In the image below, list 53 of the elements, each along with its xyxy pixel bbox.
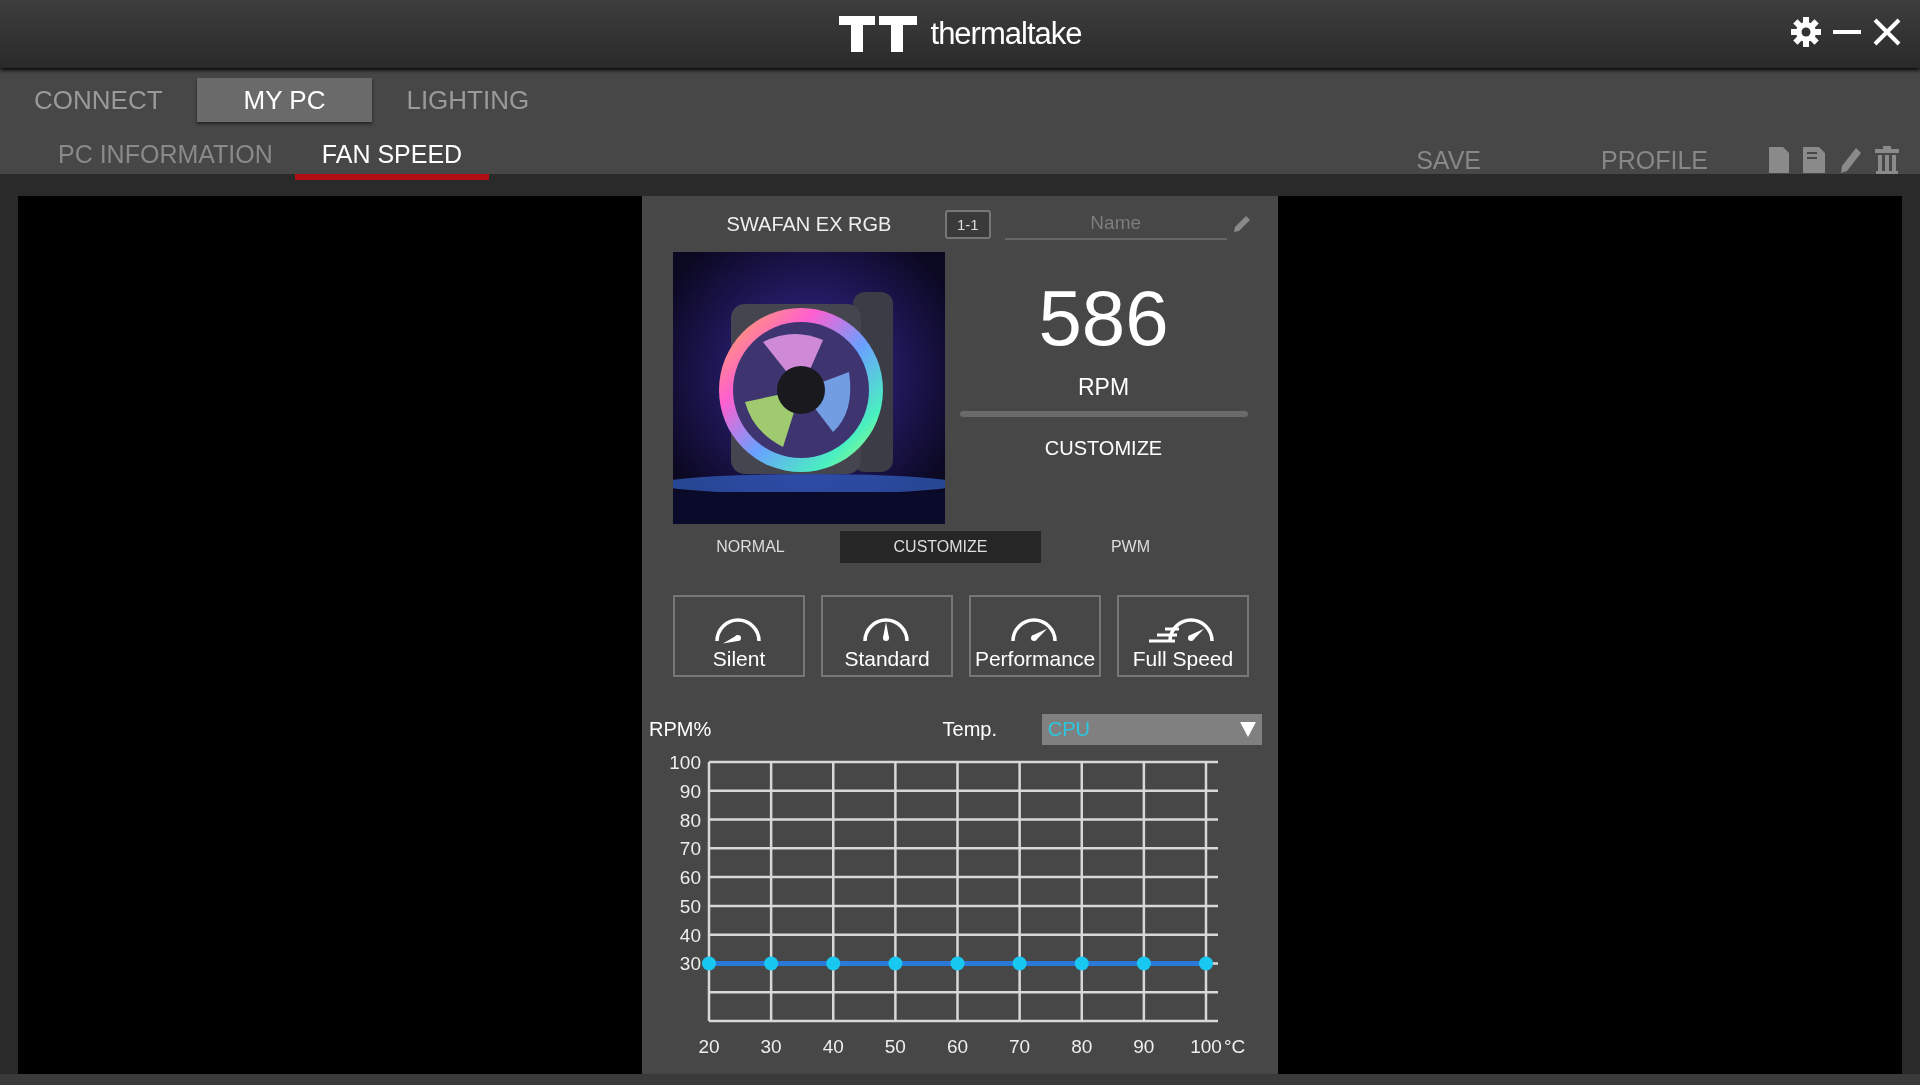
rpm-value: 586	[1038, 276, 1169, 360]
axis-title: RPM%	[649, 717, 713, 741]
tick-label: 50	[679, 895, 701, 917]
tick-label: 50	[884, 1036, 906, 1057]
logo-icon	[838, 16, 917, 52]
pencil-icon[interactable]	[1838, 146, 1862, 174]
curve-point[interactable]	[950, 956, 965, 971]
nav-tab[interactable]: MY PC	[196, 78, 373, 122]
sub-tab[interactable]: FAN SPEED	[294, 140, 490, 180]
temp-label: Temp.	[942, 717, 999, 741]
close-icon[interactable]	[1872, 17, 1902, 47]
document-icon[interactable]	[1768, 146, 1790, 174]
curve-point[interactable]	[1012, 956, 1027, 971]
curve-point[interactable]	[702, 956, 716, 971]
rpm-unit: RPM	[1077, 374, 1130, 401]
tick-label: 100	[669, 753, 701, 773]
preset-button[interactable]: Full Speed	[1117, 595, 1249, 677]
mode-label: CUSTOMIZE	[1044, 437, 1163, 460]
curve-point[interactable]	[1074, 956, 1089, 971]
tick-label: 60	[946, 1036, 969, 1057]
settings-icon[interactable]	[1790, 16, 1822, 48]
caret-icon	[1240, 721, 1256, 737]
tick-label: 100	[1190, 1036, 1222, 1057]
preset-button[interactable]: Silent	[673, 595, 805, 677]
tick-label: 40	[679, 924, 701, 946]
curve-point[interactable]	[888, 956, 903, 971]
port-badge: 1-1	[945, 209, 991, 239]
copy-icon[interactable]	[1802, 146, 1826, 174]
axis-unit: °C	[1224, 1036, 1246, 1057]
tick-label: 70	[1009, 1036, 1031, 1057]
tick-label: 30	[679, 953, 701, 975]
tick-label: 80	[1071, 1036, 1093, 1057]
tick-label: 80	[679, 809, 701, 831]
preset-button[interactable]: Performance	[969, 595, 1101, 677]
curve-point[interactable]	[826, 956, 841, 971]
tick-label: 30	[760, 1036, 782, 1057]
tick-label: 60	[679, 867, 701, 889]
tick-label: 70	[679, 838, 701, 860]
fan-model: SWAFAN EX RGB	[725, 212, 893, 236]
curve-point[interactable]	[764, 956, 779, 971]
preset-button[interactable]: Standard	[821, 595, 953, 677]
mode-tab[interactable]: PWM	[1053, 531, 1208, 563]
tick-label: 40	[822, 1036, 844, 1057]
curve-point[interactable]	[1136, 956, 1151, 971]
mode-tab[interactable]: NORMAL	[673, 531, 828, 563]
mode-tab[interactable]: CUSTOMIZE	[840, 531, 1041, 563]
trash-icon[interactable]	[1874, 146, 1900, 174]
pencil-icon[interactable]	[1232, 215, 1251, 233]
tick-label: 90	[1133, 1036, 1155, 1057]
app-title: thermaltake	[930, 16, 1082, 52]
tick-label: 20	[698, 1036, 720, 1057]
curve-point[interactable]	[1199, 956, 1213, 971]
tick-label: 90	[679, 780, 701, 802]
